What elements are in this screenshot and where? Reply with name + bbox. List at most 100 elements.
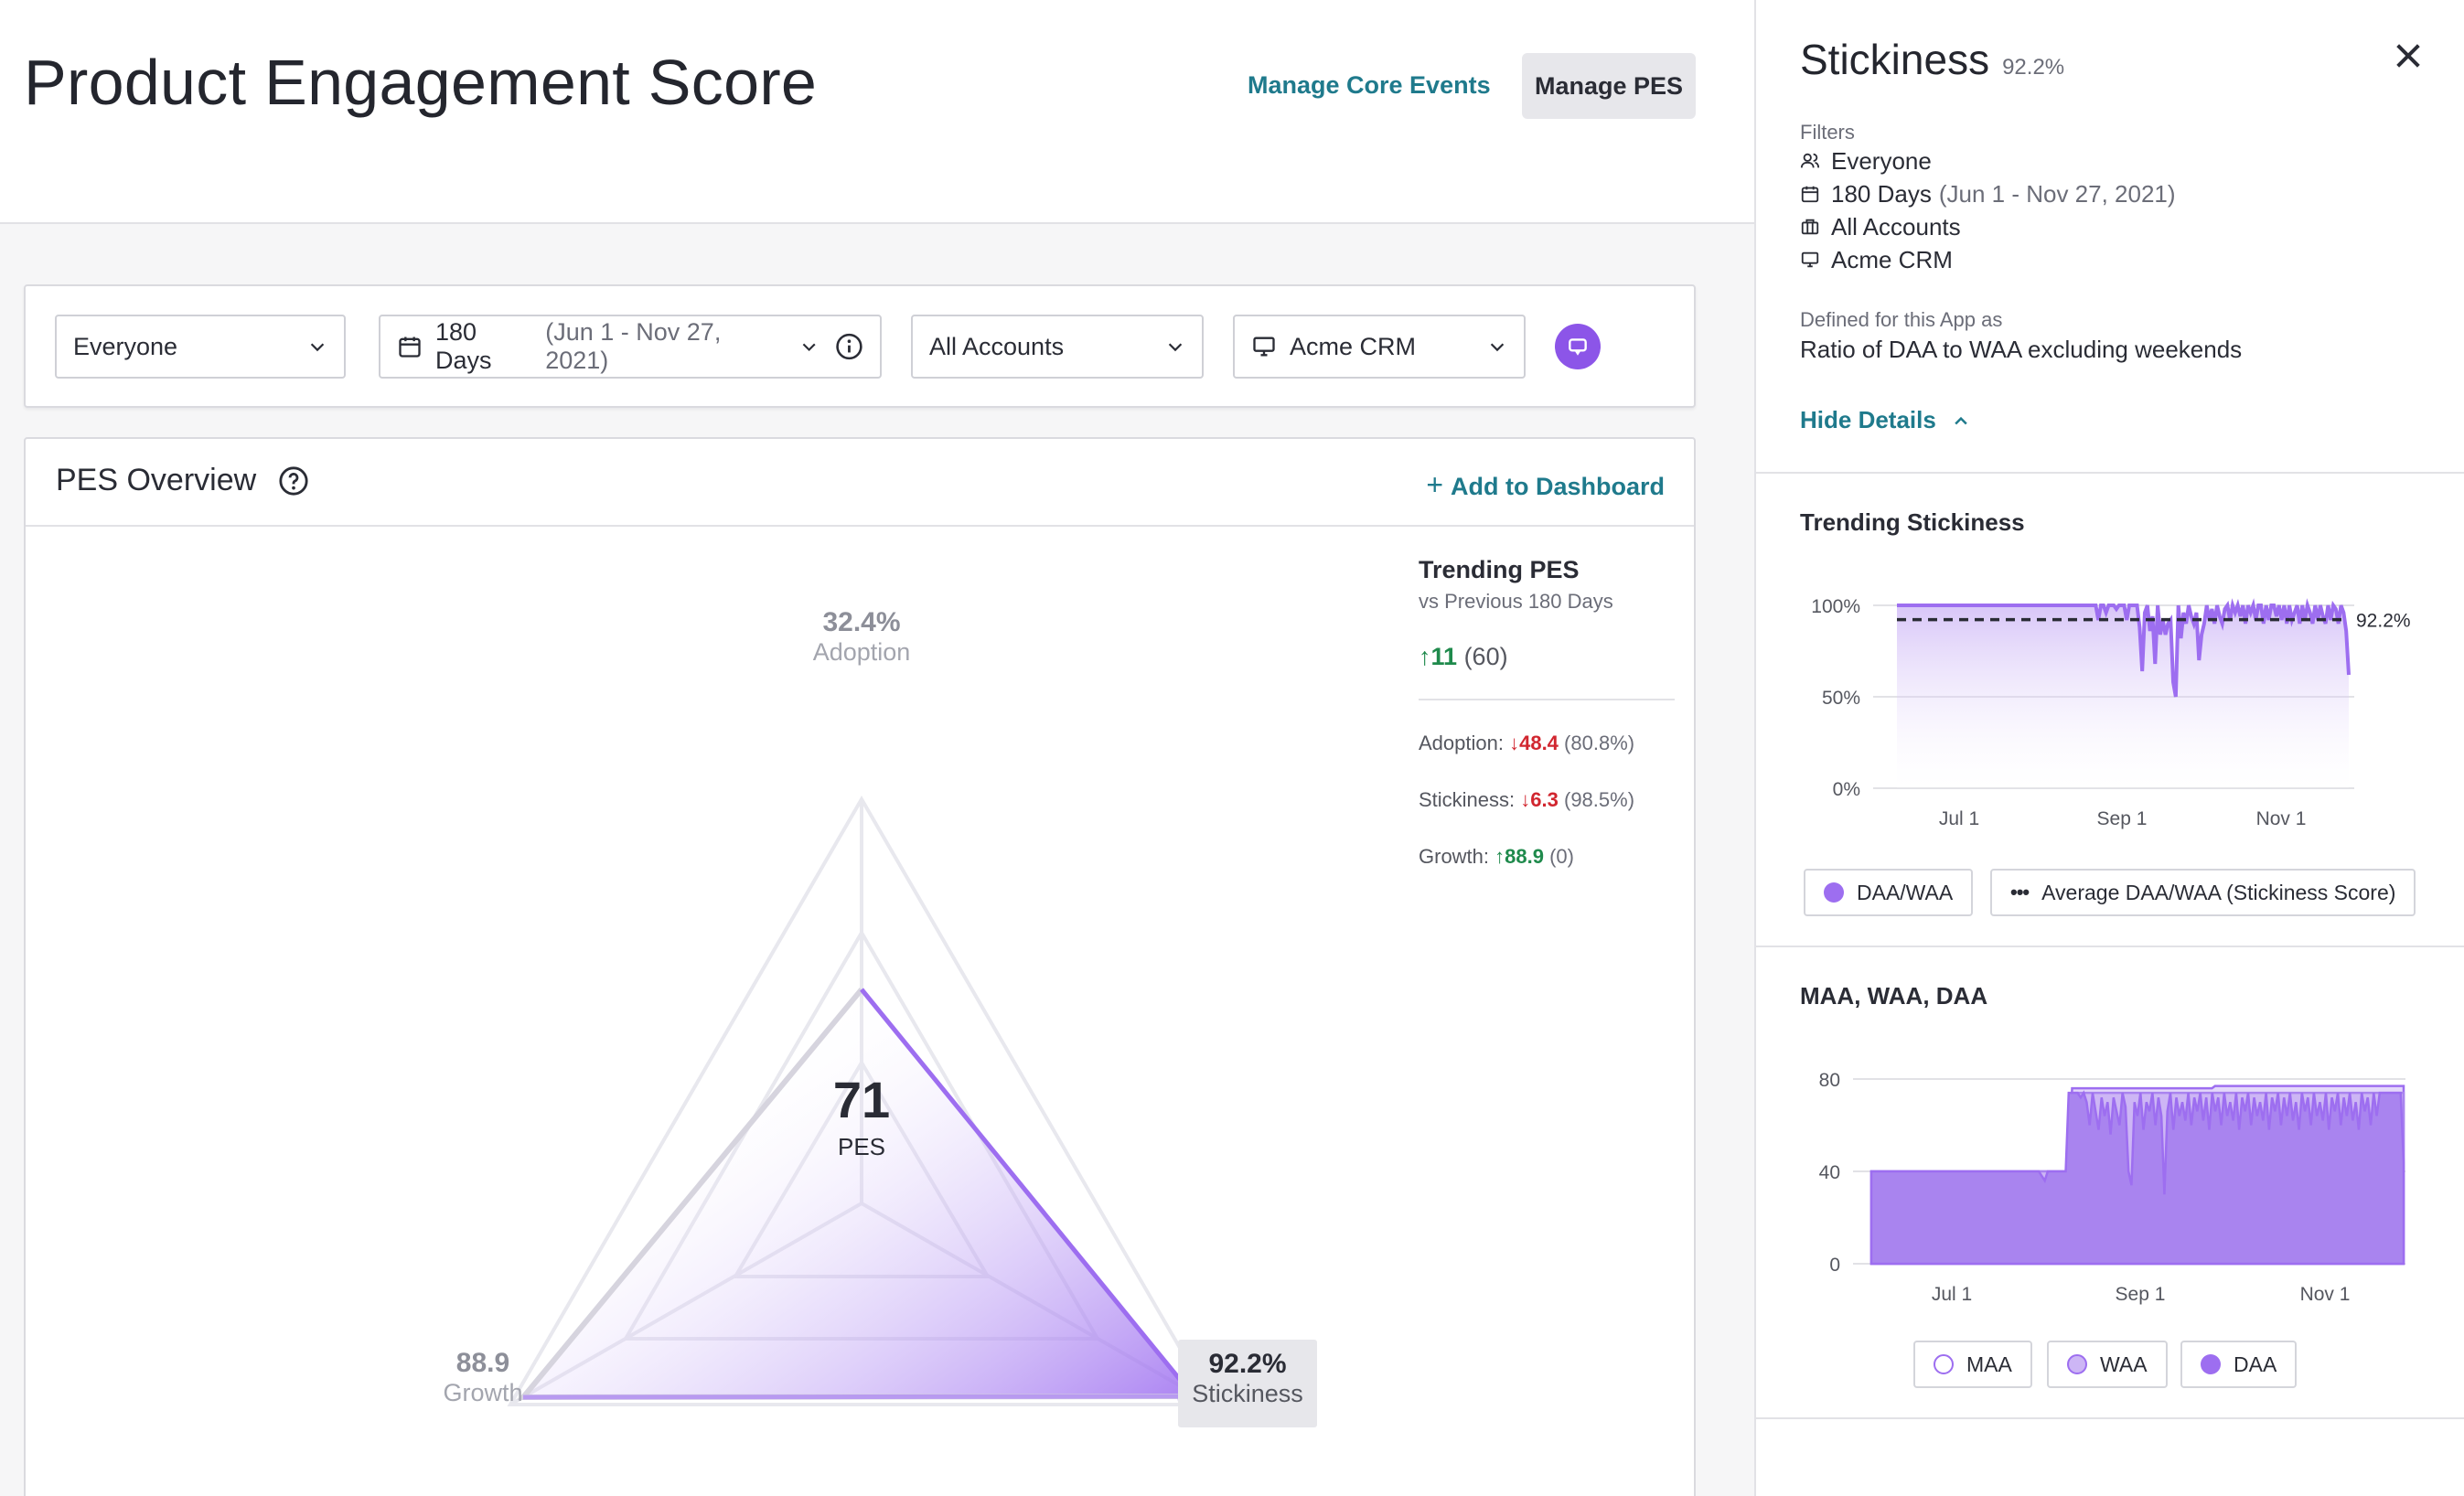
- trend-row-label: Growth:: [1419, 845, 1490, 868]
- trend-row-delta: 48.4: [1519, 732, 1559, 754]
- trend-row-label: Stickiness:: [1419, 788, 1516, 811]
- app-select[interactable]: Acme CRM: [1233, 315, 1526, 379]
- manage-pes-button[interactable]: Manage PES: [1522, 53, 1696, 119]
- drawer-filter-app: Acme CRM: [1800, 243, 2176, 276]
- users-icon: [1800, 153, 1820, 168]
- legend-average[interactable]: ••• Average DAA/WAA (Stickiness Score): [1990, 869, 2416, 916]
- x-tick-label: Nov 1: [2300, 1284, 2351, 1305]
- y-tick-label: 40: [1819, 1162, 1840, 1183]
- y-tick-label: 80: [1819, 1070, 1840, 1091]
- trending-delta: 11: [1430, 643, 1458, 670]
- page-header: Product Engagement Score Manage Core Eve…: [0, 0, 1754, 224]
- accounts-select[interactable]: All Accounts: [911, 315, 1204, 379]
- growth-label: 88.9 Growth: [391, 1348, 574, 1407]
- page-title: Product Engagement Score: [24, 47, 818, 118]
- trend-row-stickiness: Stickiness: ↓6.3 (98.5%): [1419, 788, 1675, 812]
- plus-icon: +: [1426, 468, 1443, 501]
- segment-select[interactable]: Everyone: [55, 315, 346, 379]
- app-select-value: Acme CRM: [1290, 332, 1417, 360]
- trend-row-adoption: Adoption: ↓48.4 (80.8%): [1419, 732, 1675, 755]
- x-tick-label: Jul 1: [1939, 808, 1979, 829]
- stickiness-area: [1897, 605, 2349, 788]
- adoption-value: 32.4%: [822, 607, 901, 637]
- legend-label: Average DAA/WAA (Stickiness Score): [2041, 880, 2396, 904]
- maa-waa-daa-chart: 0 40 80 Jul 1 Sep 1 Nov 1: [1819, 1070, 2405, 1305]
- add-to-dashboard-label: Add to Dashboard: [1451, 473, 1665, 500]
- trend-row-growth: Growth: ↑88.9 (0): [1419, 845, 1675, 869]
- growth-name: Growth: [443, 1379, 523, 1406]
- maa-waa-daa-title: MAA, WAA, DAA: [1800, 982, 1988, 1010]
- x-tick-label: Nov 1: [2256, 808, 2307, 829]
- trend-row-label: Adoption:: [1419, 732, 1504, 754]
- chevron-down-icon: [1168, 343, 1183, 352]
- y-tick-label: 100%: [1811, 596, 1860, 617]
- x-tick-label: Sep 1: [2097, 808, 2148, 829]
- monitor-icon: [1801, 251, 1819, 268]
- drawer-title-pct: 92.2%: [2002, 55, 2065, 80]
- divider: [1756, 1417, 2464, 1419]
- drawer-filter-segment: Everyone: [1800, 144, 2176, 177]
- trending-stickiness-chart: 0% 50% 100% Jul 1 Sep 1 Nov 1 92.2%: [1811, 596, 2411, 829]
- pes-score-label: PES: [837, 1133, 886, 1160]
- accounts-select-value: All Accounts: [929, 332, 1065, 360]
- trend-row-delta: 6.3: [1530, 788, 1559, 811]
- y-tick-label: 0%: [1833, 779, 1860, 800]
- drawer-title-text: Stickiness: [1800, 36, 1990, 83]
- legend-dot: [2067, 1354, 2087, 1374]
- filter-text: All Accounts: [1831, 212, 1961, 240]
- drawer-title: Stickiness 92.2%: [1800, 35, 2064, 84]
- close-icon[interactable]: [2393, 40, 2424, 71]
- legend-daa-waa[interactable]: DAA/WAA: [1804, 869, 1974, 916]
- growth-value: 88.9: [455, 1348, 510, 1378]
- adoption-name: Adoption: [812, 638, 911, 666]
- chevron-down-icon: [1490, 343, 1505, 352]
- arrow-up-icon: ↑: [1419, 643, 1431, 670]
- y-tick-label: 0: [1829, 1255, 1840, 1276]
- chevron-up-icon: [1955, 417, 1967, 425]
- pes-score-value: 71: [832, 1071, 891, 1128]
- average-annotation: 92.2%: [2356, 611, 2411, 632]
- radar-score-fill: [523, 989, 1194, 1397]
- trend-row-delta: 88.9: [1505, 845, 1544, 868]
- segment-select-value: Everyone: [73, 332, 178, 360]
- trending-pes: Trending PES vs Previous 180 Days ↑11 (6…: [1419, 556, 1675, 902]
- drawer-filter-date: 180 Days (Jun 1 - Nov 27, 2021): [1800, 177, 2176, 210]
- trending-title: Trending PES: [1419, 556, 1580, 583]
- stickiness-value: 92.2%: [1208, 1349, 1287, 1379]
- legend-label: DAA: [2234, 1352, 2277, 1376]
- trending-prev: (60): [1463, 643, 1508, 670]
- divider: [1419, 699, 1675, 700]
- monitor-icon: [1253, 337, 1275, 357]
- help-icon[interactable]: [278, 465, 309, 497]
- legend-dot: [2201, 1354, 2221, 1374]
- legend-waa[interactable]: WAA: [2047, 1341, 2168, 1388]
- hide-details-button[interactable]: Hide Details: [1800, 406, 1970, 434]
- legend-daa[interactable]: DAA: [2180, 1341, 2298, 1388]
- x-tick-label: Jul 1: [1932, 1284, 1972, 1305]
- stickiness-drawer: Stickiness 92.2% Filters Everyone 180 Day…: [1754, 0, 2464, 1496]
- trend-row-prev: (0): [1549, 845, 1574, 868]
- manage-core-events-link[interactable]: Manage Core Events: [1248, 71, 1491, 100]
- date-range-select[interactable]: 180 Days (Jun 1 - Nov 27, 2021): [379, 315, 882, 379]
- briefcase-icon: [1801, 219, 1819, 235]
- chat-button[interactable]: [1555, 324, 1601, 369]
- filter-text: Everyone: [1831, 146, 1932, 175]
- daa-area: [1869, 1090, 2405, 1266]
- date-range-value: 180 Days: [435, 318, 492, 374]
- stickiness-label[interactable]: 92.2% Stickiness: [1178, 1340, 1317, 1427]
- arrow-down-icon: ↓: [1509, 732, 1520, 754]
- calendar-icon: [1801, 186, 1819, 203]
- chat-icon: [1569, 338, 1587, 356]
- add-to-dashboard-button[interactable]: + Add to Dashboard: [1426, 468, 1665, 502]
- legend-maa[interactable]: MAA: [1913, 1341, 2032, 1388]
- legend-dot: [1824, 882, 1844, 903]
- y-tick-label: 50%: [1822, 688, 1860, 709]
- overview-header: PES Overview + Add to Dashboard: [26, 439, 1694, 527]
- info-icon[interactable]: [835, 332, 863, 361]
- date-range-detail: (Jun 1 - Nov 27, 2021): [545, 318, 722, 374]
- filters-caption: Filters: [1800, 121, 1855, 144]
- filter-text: 180 Days: [1831, 179, 1932, 208]
- calendar-icon: [399, 337, 421, 358]
- drawer-filters: Filters Everyone 180 Days (Jun 1 - Nov 2…: [1800, 121, 2176, 276]
- legend-label: MAA: [1966, 1352, 2012, 1376]
